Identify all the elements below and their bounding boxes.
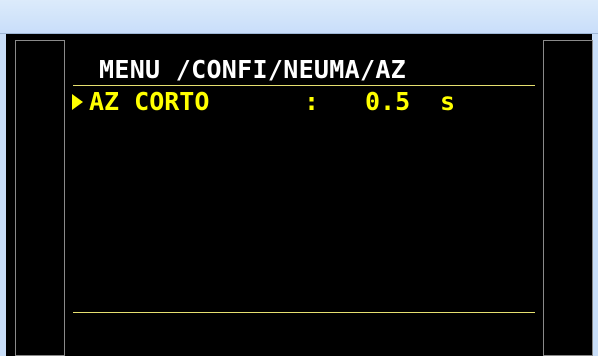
menu-item-value[interactable]: 0.5 (365, 87, 410, 117)
left-softkey-panel[interactable] (15, 40, 65, 356)
triangle-right-icon (72, 94, 83, 110)
bottom-divider (73, 312, 535, 313)
right-softkey-panel[interactable] (543, 40, 593, 356)
menu-item-separator: : (304, 87, 320, 116)
menu-item-unit: s (440, 87, 456, 116)
menu-item-label: AZ CORTO (89, 87, 210, 116)
window-titlebar (0, 0, 598, 34)
menu-item-az-corto[interactable]: AZ CORTO : 0.5 s (71, 86, 531, 118)
menu-path-title: MENU /CONFI/NEUMA/AZ (99, 55, 407, 84)
